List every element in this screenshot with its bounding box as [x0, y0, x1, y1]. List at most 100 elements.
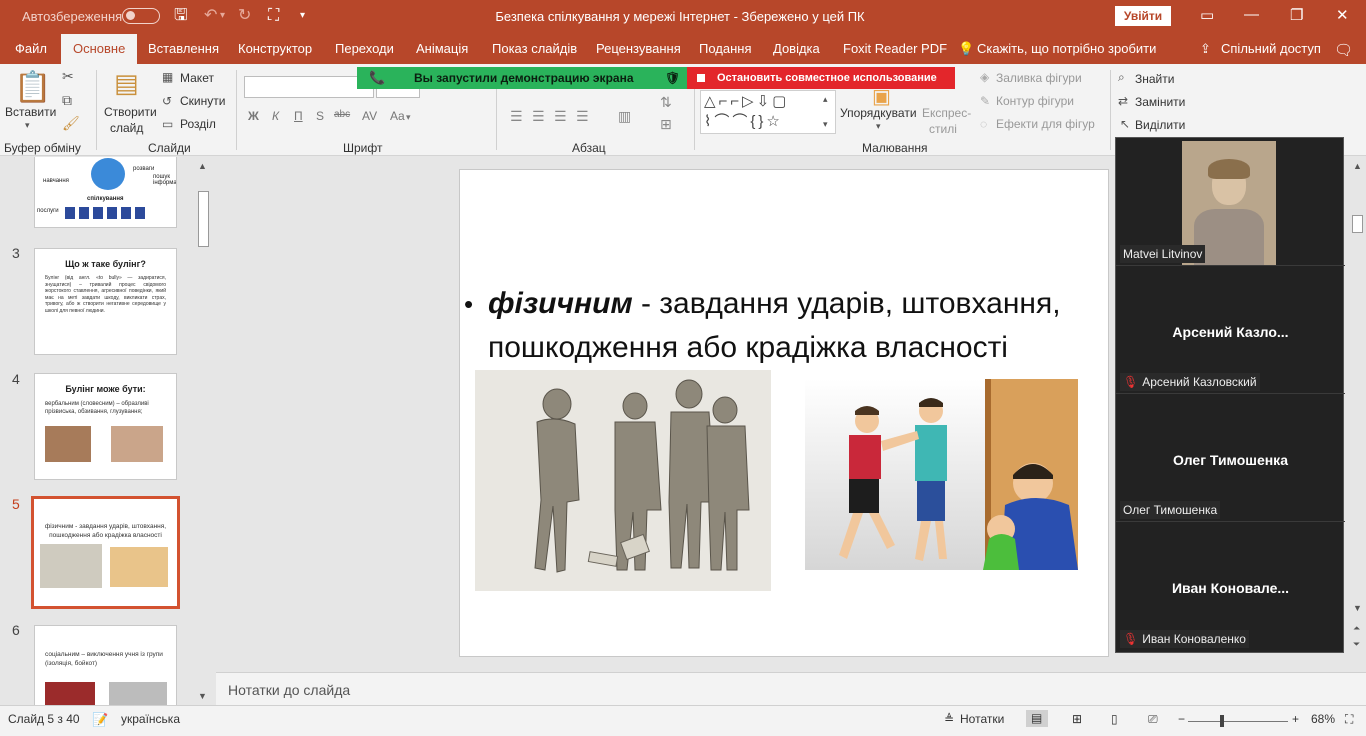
close-button[interactable]: ✕	[1336, 6, 1349, 24]
shape-outline-button[interactable]: Контур фігури	[996, 94, 1074, 108]
tab-insert[interactable]: Вставлення	[148, 41, 219, 56]
shape-outline-icon[interactable]: ✎	[980, 94, 990, 108]
find-button[interactable]: Знайти	[1135, 72, 1174, 86]
shape-effects-icon[interactable]: ◌	[980, 117, 987, 131]
reset-button[interactable]: Скинути	[180, 94, 225, 108]
slide-thumbnail-4[interactable]: Булінг може бути: вербальним (словесним)…	[34, 373, 177, 480]
shape-fill-button[interactable]: Заливка фігури	[996, 71, 1082, 85]
customize-toolbar-icon[interactable]: ▾	[300, 6, 305, 26]
new-slide-button-line1[interactable]: Створити	[104, 105, 157, 119]
change-case-dropdown-icon[interactable]: ▾	[406, 112, 411, 123]
section-button[interactable]: Розділ	[180, 117, 216, 131]
tab-design[interactable]: Конструктор	[238, 41, 312, 56]
align-left-icon[interactable]: ☰	[510, 108, 523, 125]
paste-dropdown-icon[interactable]: ▾	[25, 120, 30, 131]
participant-tile[interactable]: Matvei Litvinov	[1116, 138, 1345, 266]
slide-sorter-icon[interactable]: ⊞	[1072, 712, 1082, 726]
reset-icon[interactable]: ↺	[162, 94, 172, 108]
scrollbar-thumb[interactable]	[198, 191, 209, 247]
new-slide-button-line2[interactable]: слайд	[110, 121, 143, 135]
quick-styles-button-line2[interactable]: стилі	[929, 122, 957, 136]
zoom-level[interactable]: 68%	[1311, 712, 1335, 726]
text-direction-icon[interactable]: ⇅	[660, 94, 672, 111]
tab-foxit[interactable]: Foxit Reader PDF	[843, 41, 947, 56]
maximize-button[interactable]: ❐	[1290, 6, 1303, 24]
underline-button[interactable]: П	[294, 109, 303, 123]
slide-thumbnail-6[interactable]: соціальним – виключення учня із групи (і…	[34, 625, 177, 705]
notes-icon[interactable]: ≜	[944, 712, 954, 726]
scroll-up-icon[interactable]: ▲	[1353, 161, 1362, 171]
notes-pane[interactable]: Нотатки до слайда	[216, 672, 1366, 705]
strikethrough-button[interactable]: abc	[334, 109, 350, 120]
tab-view[interactable]: Подання	[699, 41, 752, 56]
shapes-gallery[interactable]: △⌐⌐▷⇩▢ ⌇⌒⌒{}☆	[700, 90, 836, 134]
spellcheck-icon[interactable]: 📝	[92, 712, 108, 728]
slideshow-icon[interactable]: ⎚	[1148, 712, 1158, 727]
scroll-down-icon[interactable]: ▼	[1353, 603, 1362, 613]
save-icon[interactable]: 🖫	[174, 6, 188, 26]
align-right-icon[interactable]: ☰	[554, 108, 567, 125]
notes-toggle-button[interactable]: Нотатки	[960, 712, 1004, 726]
arrange-dropdown-icon[interactable]: ▾	[876, 121, 881, 132]
comments-icon[interactable]: 🗨	[1334, 41, 1353, 59]
paste-button[interactable]: Вставити	[5, 105, 56, 119]
zoom-slider-handle[interactable]	[1220, 715, 1224, 727]
previous-slide-icon[interactable]: ⏶	[1353, 623, 1360, 634]
shape-effects-button[interactable]: Ефекти для фігур	[996, 117, 1095, 131]
smartart-icon[interactable]: ⊞	[660, 116, 672, 133]
zoom-slider[interactable]	[1188, 721, 1288, 722]
columns-icon[interactable]: ▥	[618, 108, 631, 125]
redo-icon[interactable]: ↻	[238, 6, 251, 26]
current-slide[interactable]: • фізичним - завдання ударів, штовхання,…	[459, 169, 1109, 657]
sign-in-button[interactable]: Увійти	[1115, 6, 1171, 26]
autosave-toggle[interactable]	[122, 8, 160, 24]
undo-dropdown-icon[interactable]: ▾	[220, 6, 225, 26]
fit-to-window-icon[interactable]: ⛶	[1345, 712, 1353, 727]
shadow-button[interactable]: S	[316, 109, 324, 123]
scroll-down-icon[interactable]: ▼	[198, 691, 207, 701]
paste-icon[interactable]: 📋	[14, 70, 51, 105]
zoom-out-icon[interactable]: −	[1178, 712, 1185, 726]
tab-slideshow[interactable]: Показ слайдів	[492, 41, 577, 56]
change-case-button[interactable]: Aa	[390, 109, 405, 123]
zoom-in-icon[interactable]: +	[1292, 712, 1299, 726]
align-center-icon[interactable]: ☰	[532, 108, 545, 125]
editor-scrollbar[interactable]: ▲ ▼ ⏶ ⏷	[1349, 157, 1366, 672]
format-painter-icon[interactable]: 🖌	[62, 115, 80, 132]
shapes-scroll-up-icon[interactable]: ▴	[823, 94, 828, 105]
bold-button[interactable]: Ж	[248, 109, 259, 123]
replace-button[interactable]: Замінити	[1135, 95, 1185, 109]
tab-animations[interactable]: Анімація	[416, 41, 468, 56]
select-cursor-icon[interactable]: ↖	[1120, 117, 1130, 131]
section-icon[interactable]: ▭	[162, 117, 173, 131]
char-spacing-button[interactable]: AV	[362, 109, 377, 123]
tab-review[interactable]: Рецензування	[596, 41, 681, 56]
layout-button[interactable]: Макет	[180, 71, 214, 85]
slide-thumbnail-5-active[interactable]: фізичним - завдання ударів, штовхання, п…	[31, 496, 180, 609]
reading-view-icon[interactable]: ▯	[1111, 712, 1118, 726]
cut-icon[interactable]: ✂	[62, 68, 74, 85]
copy-icon[interactable]: ⧉	[62, 92, 72, 109]
share-button[interactable]: Спільний доступ	[1221, 41, 1321, 56]
tab-help[interactable]: Довідка	[773, 41, 820, 56]
tab-home[interactable]: Основне	[61, 34, 138, 64]
scroll-up-icon[interactable]: ▲	[198, 161, 207, 171]
minimize-button[interactable]: —	[1244, 6, 1259, 23]
present-from-start-icon[interactable]: ⛶	[268, 6, 279, 26]
quick-styles-button-line1[interactable]: Експрес-	[922, 106, 971, 120]
tell-me-search[interactable]: Скажіть, що потрібно зробити	[977, 41, 1156, 56]
search-icon[interactable]: ⌕	[1118, 70, 1125, 85]
slide-text-body[interactable]: • фізичним - завдання ударів, штовхання,…	[464, 282, 1110, 370]
replace-icon[interactable]: ⇄	[1118, 94, 1128, 108]
justify-icon[interactable]: ☰	[576, 108, 589, 125]
tab-file[interactable]: Файл	[15, 41, 47, 56]
undo-icon[interactable]: ↶	[204, 6, 217, 26]
thumbnails-scrollbar[interactable]: ▲ ▼	[196, 157, 211, 705]
slide-thumbnail-3[interactable]: Що ж таке булінг? Булінг (від англ. «to …	[34, 248, 177, 355]
slide-thumbnail-2[interactable]: навчання розваги спілкування пошук інфор…	[34, 157, 177, 228]
participant-tile[interactable]: Иван Коновале... 🎙 Иван Коноваленко	[1116, 522, 1345, 650]
ribbon-display-options-icon[interactable]: ▭	[1200, 6, 1214, 24]
next-slide-icon[interactable]: ⏷	[1353, 639, 1360, 650]
font-name-input[interactable]	[244, 76, 374, 98]
scrollbar-thumb[interactable]	[1352, 215, 1363, 233]
